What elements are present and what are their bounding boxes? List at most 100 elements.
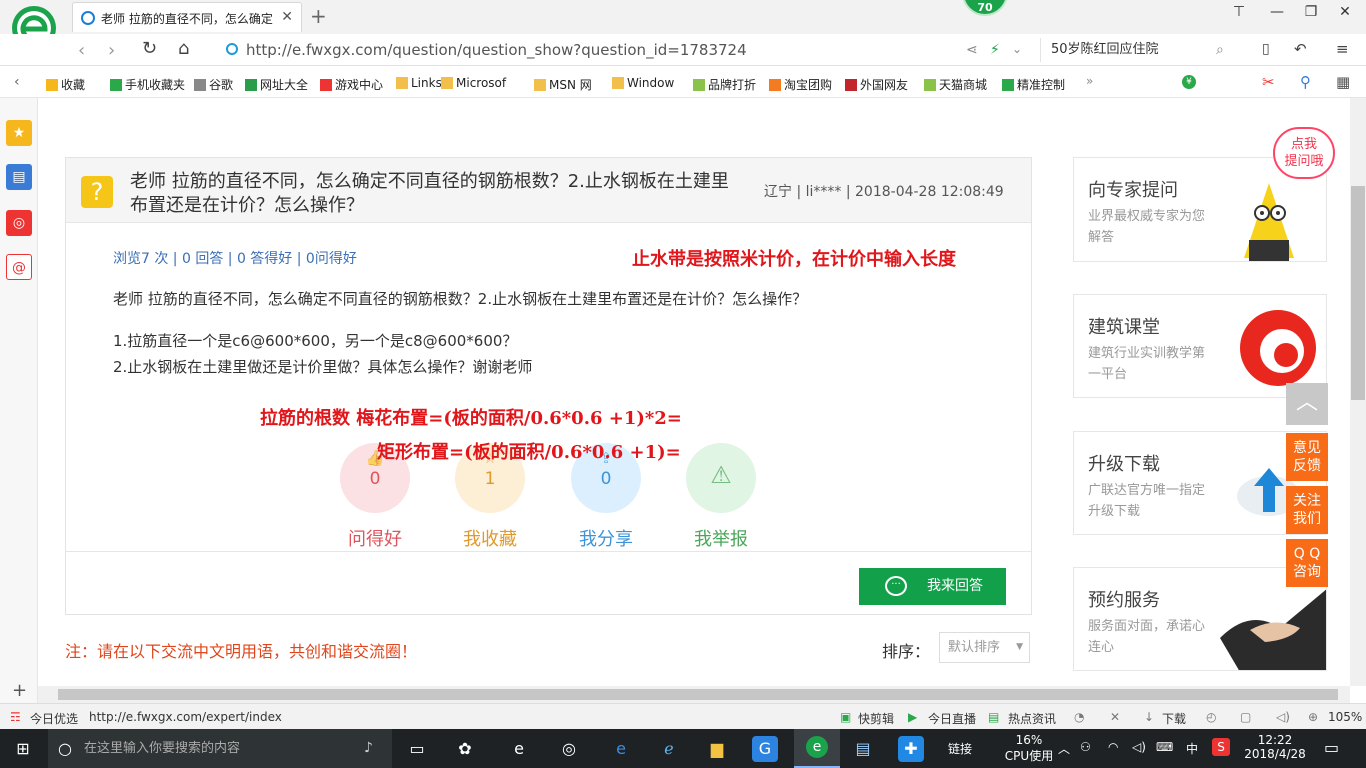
status-item[interactable]: 下载 [1162,710,1186,727]
search-icon[interactable]: ⌕ [1216,42,1224,58]
history-icon[interactable]: ◴ [1206,710,1216,724]
horizontal-scroll-thumb[interactable] [58,689,1338,700]
favorite-item[interactable]: 网址大全 [245,76,308,93]
menu-icon[interactable]: ≡ [1336,40,1349,58]
favorite-item[interactable]: 天猫商城 [924,76,987,93]
edge-icon[interactable]: e [608,736,634,762]
grid-icon[interactable]: ▦ [1336,73,1350,91]
reading-list-icon[interactable]: ▤ [6,164,32,190]
favorite-icon [46,79,58,91]
sort-select[interactable]: 默认排序 ▼ [939,632,1030,663]
tab-close-icon[interactable]: ✕ [281,9,293,25]
favorite-item[interactable]: 游戏中心 [320,76,383,93]
cpu-percent: 16% [1015,733,1043,747]
speed-icon[interactable]: ◔ [1074,710,1084,724]
action-label[interactable]: 我收藏 [440,525,540,551]
add-sidebar-icon[interactable]: + [12,680,27,701]
lightning-icon[interactable]: ⚡ [990,42,1000,58]
wifi-icon[interactable]: ◠ [1108,740,1118,754]
zoom-icon: ⊕ [1308,710,1319,724]
windows-start-icon[interactable]: ⊞ [10,736,36,762]
task-view-icon[interactable]: ▭ [404,736,430,762]
close-window-button[interactable]: ✕ [1330,4,1360,26]
favorite-item[interactable]: 收藏 [46,76,85,93]
keyboard-icon[interactable]: ⌨ [1156,740,1173,754]
window-icon[interactable]: ▢ [1240,710,1251,724]
sound-icon[interactable]: ◁) [1276,710,1290,724]
favorite-item[interactable]: 手机收藏夹 [110,76,185,93]
favbar-more-icon[interactable]: » [1086,74,1093,88]
status-item[interactable]: 快剪辑 [858,710,894,727]
undo-icon[interactable]: ↶ [1294,40,1307,58]
calculator-app-icon[interactable]: ▤ [850,736,876,762]
search-input[interactable]: 50岁陈红回应住院 [1040,38,1240,62]
favorite-item[interactable]: 谷歌 [194,76,233,93]
back-to-top-button[interactable]: ︿ [1286,383,1328,425]
chevron-down-icon[interactable]: ⌄ [1012,42,1022,56]
sogou-icon[interactable]: S [1212,738,1230,756]
favbar-collapse-icon[interactable]: ‹ [14,74,20,90]
favorite-icon [612,77,624,89]
active-browser-task[interactable]: e [794,729,840,768]
answer-button[interactable]: ··· 我来回答 [859,568,1006,605]
minimize-button[interactable]: — [1262,4,1292,26]
action-warning[interactable]: ⚠ [686,443,756,513]
network-app-icon[interactable]: ✚ [898,736,924,762]
shirt-icon[interactable]: ⊤ [1224,4,1254,26]
volume-icon[interactable]: ◁) [1132,740,1146,754]
file-explorer-icon[interactable]: ▆ [704,736,730,762]
favorite-item[interactable]: Links [396,76,442,90]
action-label[interactable]: 我举报 [671,525,771,551]
action-label[interactable]: 问得好 [325,525,425,551]
share-icon[interactable]: ⋖ [966,42,978,58]
new-tab-button[interactable]: + [310,4,327,28]
qq-consult-button[interactable]: Q Q 咨询 [1286,539,1328,587]
ask-bubble[interactable]: 点我 提问哦 [1273,127,1335,179]
magnifier-icon[interactable]: ⚲ [1300,73,1311,91]
favorite-item[interactable]: Microsof [441,76,506,90]
favorite-item[interactable]: MSN 网 [534,76,592,93]
status-item[interactable]: 今日直播 [928,710,976,727]
restore-button[interactable]: ❐ [1296,4,1326,26]
follow-button[interactable]: 关注 我们 [1286,486,1328,534]
favorite-icon [845,79,857,91]
weibo-icon[interactable]: ◎ [6,210,32,236]
status-item[interactable]: 热点资讯 [1008,710,1056,727]
tray-people-icon[interactable]: ⚇ [1080,740,1091,754]
notification-icon[interactable]: ▭ [1324,738,1339,757]
tools-icon[interactable]: ✕ [1110,710,1120,724]
refresh-icon[interactable]: ↻ [142,38,157,59]
favorite-item[interactable]: 精准控制 [1002,76,1065,93]
action-label[interactable]: 我分享 [556,525,656,551]
home-icon[interactable]: ⌂ [178,38,189,59]
question-stats[interactable]: 浏览7 次 | 0 回答 | 0 答得好 | 0问得好 [113,248,357,268]
favorite-item[interactable]: Window [612,76,674,90]
zoom-level[interactable]: 105% [1328,710,1362,724]
clock[interactable]: 12:22 2018/4/28 [1240,733,1310,761]
favorite-item[interactable]: 外国网友 [845,76,908,93]
today-pick[interactable]: 今日优选 [30,710,78,727]
address-bar[interactable]: http://e.fwxgx.com/question/question_sho… [224,38,954,62]
tray-up-icon[interactable]: ︿ [1058,740,1070,757]
forward-icon[interactable]: › [108,40,115,61]
email-icon[interactable]: @ [6,254,32,280]
tab-active[interactable]: 老师 拉筋的直径不同，怎么确定 ✕ [72,2,302,32]
edge-legacy-icon[interactable]: e [506,736,532,762]
favorite-item[interactable]: 淘宝团购 [769,76,832,93]
phone-icon[interactable]: ▯ [1262,41,1270,57]
taskbar-search[interactable]: ○ 在这里输入你要搜索的内容 ♪ [48,729,392,768]
sort-label: 排序： [882,642,931,661]
ime-indicator[interactable]: 中 [1186,740,1198,757]
link-toolbar[interactable]: 链接 [948,740,972,757]
feedback-button[interactable]: 意见 反馈 [1286,433,1328,481]
browser-swirl-icon[interactable]: ◎ [556,736,582,762]
favorites-star-icon[interactable]: ★ [6,120,32,146]
favorite-item[interactable]: 品牌打折 [693,76,756,93]
ie-taskbar-icon[interactable]: ℯ [656,736,682,762]
vertical-scroll-thumb[interactable] [1351,186,1365,400]
shield-icon[interactable]: ¥ [1182,75,1196,89]
glodon-app-icon[interactable]: G [752,736,778,762]
scissors-icon[interactable]: ✂ [1262,73,1275,91]
back-icon[interactable]: ‹ [78,40,85,61]
pinwheel-app-icon[interactable]: ✿ [452,736,478,762]
